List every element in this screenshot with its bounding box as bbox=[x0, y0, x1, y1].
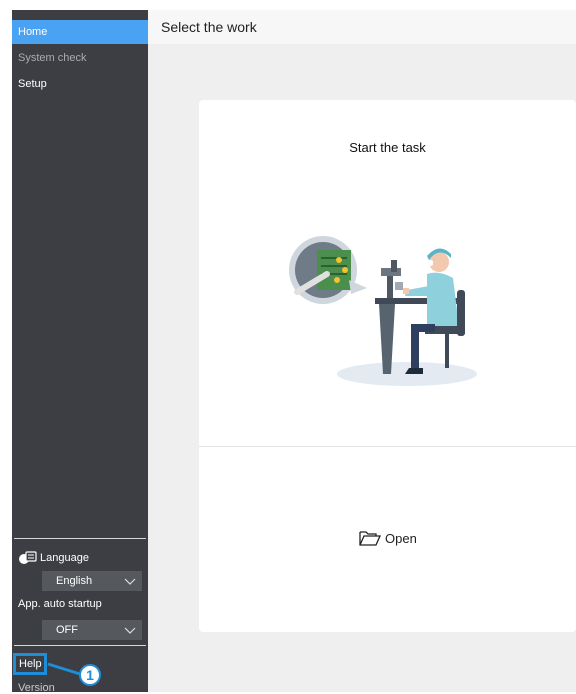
callout-marker: 1 bbox=[79, 664, 101, 686]
callout-line bbox=[47, 662, 81, 676]
